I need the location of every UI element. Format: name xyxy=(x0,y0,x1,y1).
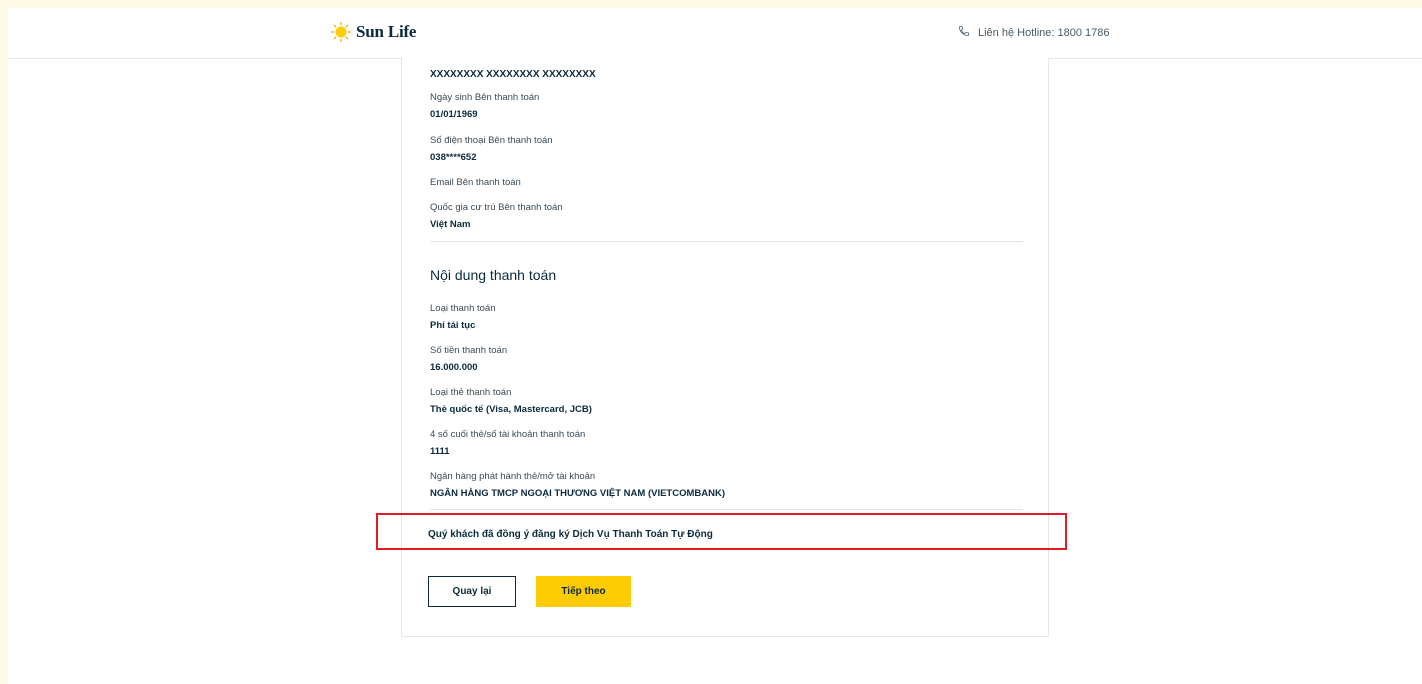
section-divider-bottom xyxy=(430,509,1023,510)
payment-amount-label: Số tiền thanh toán xyxy=(430,345,508,356)
payer-name-value: XXXXXXXX XXXXXXXX XXXXXXXX xyxy=(430,69,596,80)
card-type-field: Loại thẻ thanh toán Thẻ quốc tế (Visa, M… xyxy=(430,387,592,416)
payer-phone-label: Số điện thoại Bên thanh toán xyxy=(430,135,553,146)
card-type-label: Loại thẻ thanh toán xyxy=(430,387,512,398)
payment-amount-value: 16.000.000 xyxy=(430,362,478,373)
payment-amount-field: Số tiền thanh toán 16.000.000 xyxy=(430,345,507,374)
payer-phone-field: Số điện thoại Bên thanh toán 038****652 xyxy=(430,135,553,164)
phone-icon xyxy=(958,25,978,40)
auto-payment-agreement-text: Quý khách đã đồng ý đăng ký Dịch Vụ Than… xyxy=(428,529,713,540)
card-last4-value: 1111 xyxy=(430,446,450,457)
issuing-bank-label: Ngân hàng phát hành thẻ/mở tài khoản xyxy=(430,471,596,482)
payment-section-title: Nội dung thanh toán xyxy=(430,267,557,283)
next-button[interactable]: Tiếp theo xyxy=(536,576,631,607)
payer-country-value: Việt Nam xyxy=(430,219,471,230)
hotline-contact[interactable]: Liên hệ Hotline: 1800 1786 xyxy=(958,25,1110,40)
back-button[interactable]: Quay lại xyxy=(428,576,516,607)
card-last4-label: 4 số cuối thẻ/số tài khoản thanh toán xyxy=(430,429,586,440)
payment-type-field: Loại thanh toán Phí tái tục xyxy=(430,303,496,332)
logo-text: Sun Life xyxy=(356,22,417,41)
payer-dob-label: Ngày sinh Bên thanh toán xyxy=(430,92,540,103)
hotline-text: Liên hệ Hotline: 1800 1786 xyxy=(978,26,1110,39)
card-last4-field: 4 số cuối thẻ/số tài khoản thanh toán 11… xyxy=(430,429,585,458)
payer-country-field: Quốc gia cư trú Bên thanh toán Việt Nam xyxy=(430,202,563,231)
payer-dob-field: Ngày sinh Bên thanh toán 01/01/1969 xyxy=(430,92,539,121)
top-header: Sun Life Liên hệ Hotline: 1800 1786 xyxy=(8,8,1422,59)
sun-logo-icon xyxy=(330,21,352,43)
card-type-value: Thẻ quốc tế (Visa, Mastercard, JCB) xyxy=(430,404,592,415)
payer-phone-value: 038****652 xyxy=(430,152,477,163)
issuing-bank-field: Ngân hàng phát hành thẻ/mở tài khoản NGÂ… xyxy=(430,471,725,500)
issuing-bank-value: NGÂN HÀNG TMCP NGOẠI THƯƠNG VIỆT NAM (VI… xyxy=(430,488,725,499)
payment-type-label: Loại thanh toán xyxy=(430,303,496,314)
payment-summary-card: XXXXXXXX XXXXXXXX XXXXXXXX Ngày sinh Bên… xyxy=(401,58,1049,637)
payer-email-field: Email Bên thanh toán xyxy=(430,177,521,189)
payer-dob-value: 01/01/1969 xyxy=(430,109,478,120)
sun-life-logo[interactable]: Sun Life xyxy=(330,20,416,44)
section-divider xyxy=(430,241,1023,242)
payer-country-label: Quốc gia cư trú Bên thanh toán xyxy=(430,202,563,213)
payer-email-label: Email Bên thanh toán xyxy=(430,177,521,188)
page: Sun Life Liên hệ Hotline: 1800 1786 XXXX… xyxy=(8,8,1422,684)
payment-type-value: Phí tái tục xyxy=(430,320,476,331)
